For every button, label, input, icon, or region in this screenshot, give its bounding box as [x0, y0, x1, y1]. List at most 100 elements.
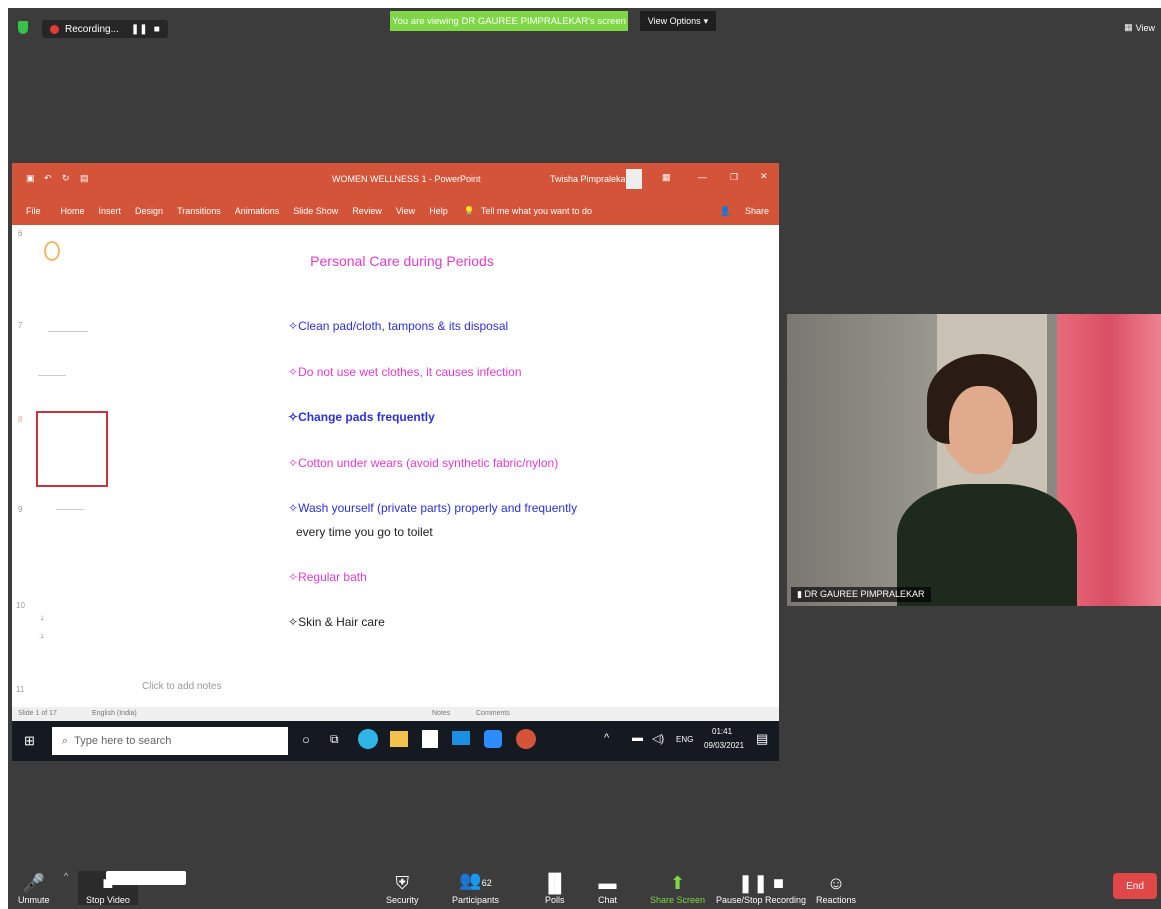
cortana-icon[interactable]: ○ — [302, 732, 310, 747]
ribbon-tabs: File Home Insert Design Transitions Anim… — [12, 197, 779, 225]
share-arrow-icon: ⬆ — [669, 873, 686, 893]
emoji-icon: ☺ — [826, 873, 846, 893]
undo-icon[interactable]: ↶ — [44, 173, 52, 184]
muted-mic-icon: 🎤 — [22, 873, 45, 893]
view-options-button[interactable]: View Options ▾ — [640, 11, 716, 31]
slide-thumbnail[interactable]: ↓ ↓ — [34, 593, 118, 653]
viewing-banner: You are viewing DR GAUREE PIMPRALEKAR's … — [390, 11, 628, 31]
user-name: Twisha Pimpralekar — [550, 174, 629, 184]
powerpoint-app-icon[interactable] — [516, 729, 536, 749]
clock-date[interactable]: 09/03/2021 — [704, 741, 744, 750]
notes-button[interactable]: Notes — [432, 710, 450, 717]
network-icon[interactable]: ▬ — [632, 732, 643, 744]
bullet-2: ✧Do not use wet clothes, it causes infec… — [288, 365, 522, 379]
shield-icon: ⛨ — [395, 873, 410, 893]
input-language[interactable]: ENG — [676, 735, 693, 744]
view-button[interactable]: ▦ View — [1124, 22, 1155, 33]
close-icon[interactable]: ✕ — [760, 171, 768, 182]
edge-icon[interactable] — [358, 729, 378, 749]
polls-button[interactable]: ▐▌ Polls — [542, 871, 568, 905]
thumb-number-6: 6 — [18, 229, 23, 238]
bullet-3: ✧Change pads frequently — [288, 410, 435, 424]
unmute-button[interactable]: 🎤 Unmute — [18, 871, 50, 905]
status-bar: Slide 1 of 17 English (India) Notes Comm… — [12, 707, 779, 721]
share-screen-button[interactable]: ⬆ Share Screen — [650, 871, 705, 905]
file-explorer-icon[interactable] — [390, 731, 408, 747]
comments-button[interactable]: Comments — [476, 710, 510, 717]
tab-transitions[interactable]: Transitions — [177, 206, 221, 216]
recording-indicator[interactable]: Recording... ❚❚ ■ — [42, 20, 168, 38]
ribbon-display-icon[interactable]: ▦ — [662, 172, 671, 183]
windows-taskbar: ⊞ ⌕ Type here to search ○ ⧉ ^ ▬ ◁) ENG 0… — [12, 721, 779, 761]
audio-options-caret-icon[interactable]: ^ — [64, 871, 68, 881]
shield-icon[interactable] — [18, 21, 28, 34]
security-button[interactable]: ⛨ Security — [386, 871, 419, 905]
bar-chart-icon: ▐▌ — [542, 873, 568, 893]
tab-animations[interactable]: Animations — [235, 206, 280, 216]
search-placeholder: Type here to search — [74, 735, 172, 747]
slide-thumbnail[interactable] — [34, 319, 118, 379]
slide-canvas[interactable]: Personal Care during Periods ✧Clean pad/… — [132, 225, 779, 681]
task-view-icon[interactable]: ⧉ — [330, 732, 339, 747]
reactions-button[interactable]: ☺ Reactions — [816, 871, 856, 905]
people-icon: 👥62 — [459, 870, 492, 890]
tell-me-box[interactable]: Tell me what you want to do — [481, 206, 592, 216]
tab-review[interactable]: Review — [352, 206, 382, 216]
mail-icon[interactable] — [452, 731, 470, 745]
chat-button[interactable]: ▬ Chat — [598, 871, 617, 905]
end-button[interactable]: End — [1113, 873, 1157, 899]
chat-bubble-icon: ▬ — [598, 873, 617, 893]
store-icon[interactable] — [422, 730, 438, 748]
participant-video[interactable]: ▮ DR GAUREE PIMPRALEKAR — [787, 314, 1161, 606]
tray-chevron-icon[interactable]: ^ — [604, 732, 609, 744]
tab-view[interactable]: View — [396, 206, 415, 216]
slide-thumbnail[interactable] — [34, 501, 118, 561]
slide-title: Personal Care during Periods — [310, 253, 494, 269]
recording-label: Recording... — [65, 23, 119, 35]
thumb-number-9: 9 — [18, 505, 23, 514]
bullet-5: ✧Wash yourself (private parts) properly … — [288, 501, 578, 515]
slide-thumbnail-selected[interactable] — [36, 411, 108, 487]
person-icon: 👤 — [719, 205, 731, 216]
shared-screen: ▣ ↶ ↻ ▤ WOMEN WELLNESS 1 - PowerPoint Tw… — [12, 163, 779, 761]
restore-icon[interactable]: ❐ — [730, 172, 738, 183]
volume-icon[interactable]: ◁) — [652, 732, 664, 745]
grid-icon: ▦ — [1124, 22, 1133, 32]
powerpoint-titlebar: ▣ ↶ ↻ ▤ WOMEN WELLNESS 1 - PowerPoint Tw… — [12, 163, 779, 197]
share-button[interactable]: 👤 Share — [706, 206, 769, 217]
notes-pane[interactable]: Click to add notes — [142, 681, 222, 692]
redo-icon[interactable]: ↻ — [62, 173, 70, 184]
signal-icon: ▮ — [797, 589, 802, 599]
taskbar-search[interactable]: ⌕ Type here to search — [52, 727, 288, 755]
windows-start-icon[interactable]: ⊞ — [24, 733, 35, 749]
stop-icon[interactable]: ■ — [154, 24, 160, 35]
tab-design[interactable]: Design — [135, 206, 163, 216]
thumb-number-7: 7 — [18, 321, 23, 330]
lightbulb-icon: 💡 — [463, 205, 475, 216]
participant-count: 62 — [481, 878, 492, 888]
save-icon[interactable]: ▣ — [26, 173, 35, 184]
pause-stop-recording-button[interactable]: ❚❚ ■ Pause/Stop Recording — [716, 871, 806, 905]
thumb-number-10: 10 — [16, 601, 25, 610]
minimize-icon[interactable]: — — [698, 172, 707, 182]
pause-stop-icon: ❚❚ ■ — [738, 873, 785, 893]
participants-button[interactable]: 👥62 Participants — [452, 868, 499, 905]
clock-time[interactable]: 01:41 — [712, 727, 732, 736]
thumb-number-8: 8 — [18, 415, 23, 424]
tab-help[interactable]: Help — [429, 206, 448, 216]
bullet-5-continued: every time you go to toilet — [296, 525, 433, 539]
slide-thumbnail[interactable] — [34, 231, 118, 291]
slideshow-icon[interactable]: ▤ — [80, 173, 89, 184]
tab-home[interactable]: Home — [61, 206, 85, 216]
notification-icon[interactable]: ▤ — [756, 731, 768, 747]
person-face — [949, 386, 1013, 474]
tab-insert[interactable]: Insert — [99, 206, 122, 216]
tab-file[interactable]: File — [26, 206, 41, 216]
zoom-app-icon[interactable] — [484, 730, 502, 748]
tab-slide-show[interactable]: Slide Show — [293, 206, 338, 216]
participant-name-label: ▮ DR GAUREE PIMPRALEKAR — [791, 587, 931, 602]
zoom-window: Recording... ❚❚ ■ You are viewing DR GAU… — [8, 8, 1161, 909]
search-icon: ⌕ — [62, 734, 69, 747]
bullet-1: ✧Clean pad/cloth, tampons & its disposal — [288, 319, 509, 333]
pause-icon[interactable]: ❚❚ — [131, 24, 148, 35]
